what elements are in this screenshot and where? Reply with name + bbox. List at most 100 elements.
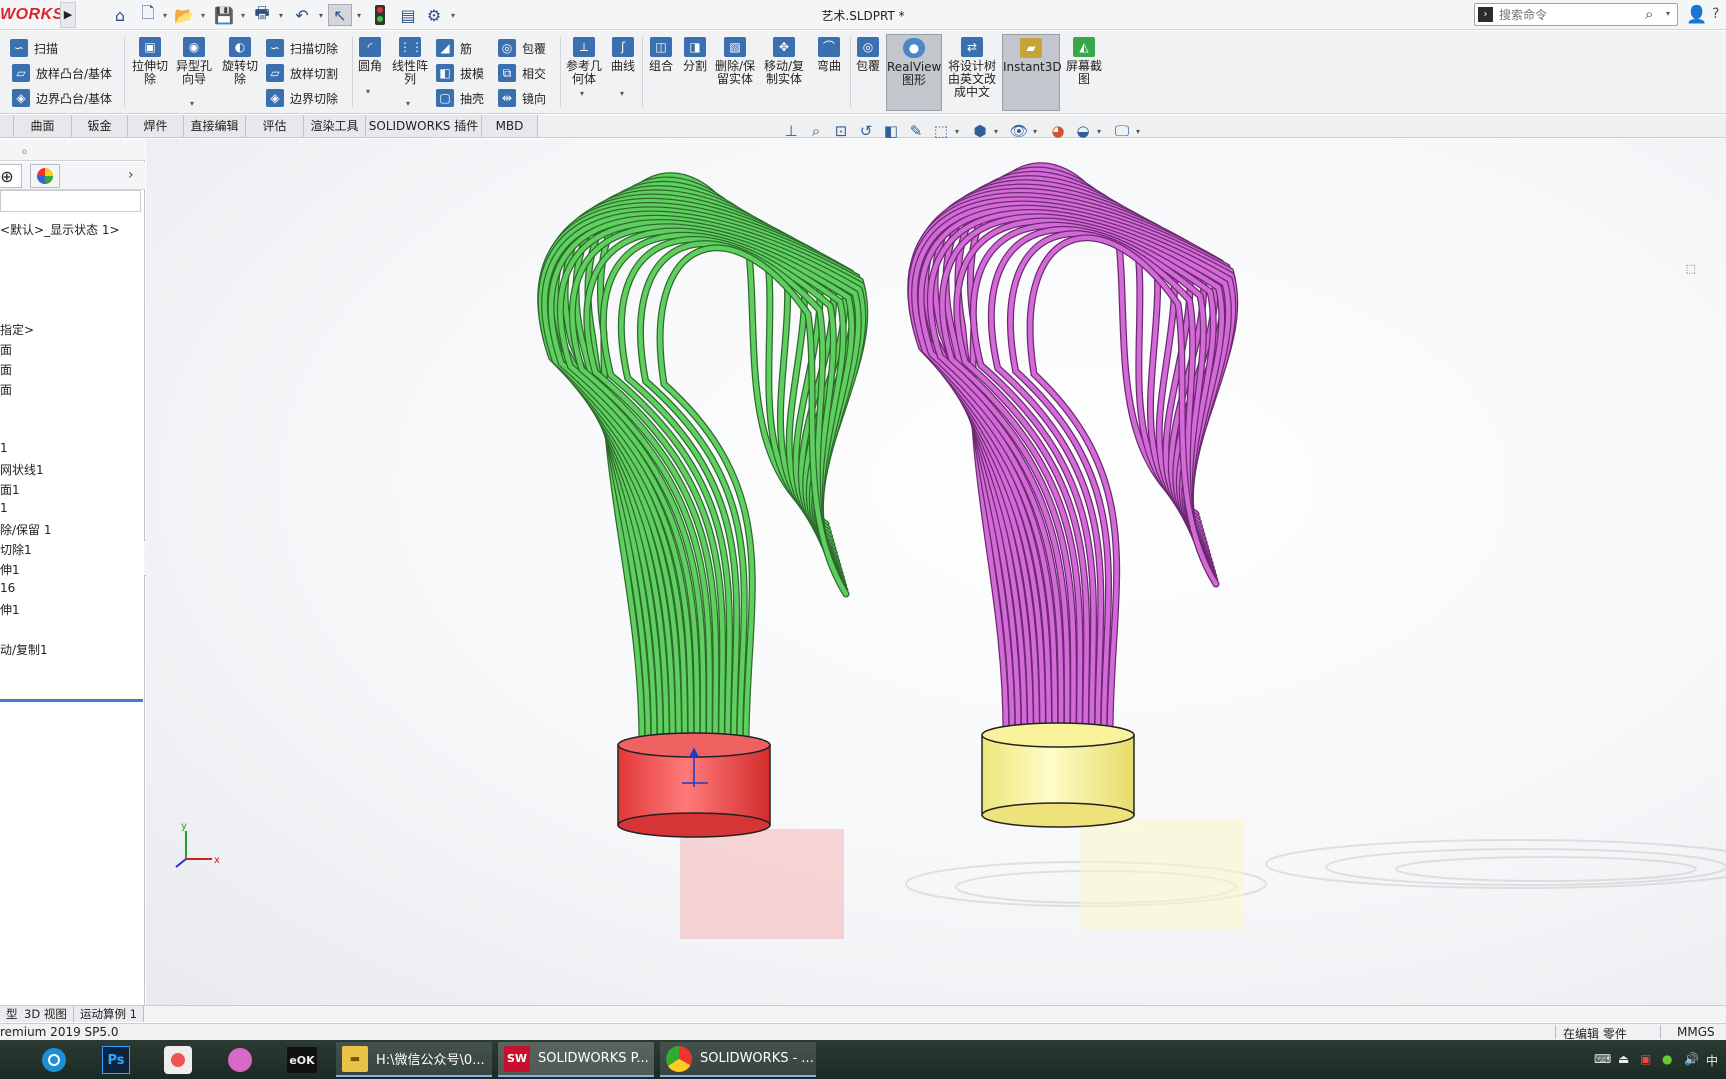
open-dropdown-icon[interactable]: ▾ [198, 4, 208, 26]
search-commands-box[interactable]: › ⌕ ▾ [1474, 3, 1678, 26]
delete-keep-body-button[interactable]: ▧ 删除/保留实体 [714, 37, 756, 86]
tab-solidworks-addins[interactable]: SOLIDWORKS 插件 [366, 115, 482, 137]
tray-security-icon[interactable]: ● [1662, 1052, 1672, 1066]
tree-feature-item[interactable]: 16 [0, 581, 15, 595]
tree-material[interactable]: 指定> [0, 321, 34, 338]
tray-usb-icon[interactable]: ⏏ [1618, 1052, 1629, 1066]
tab-motion-study[interactable]: 运动算例 1 [74, 1006, 144, 1022]
dynamic-annotation-icon[interactable]: ✎ [905, 121, 927, 141]
photoshop-icon[interactable]: Ps [96, 1043, 136, 1077]
swept-cut-button[interactable]: ∽ 扫描切除 [266, 37, 338, 59]
apply-scene-icon[interactable]: ◒ [1072, 121, 1094, 141]
tab-3d-views[interactable]: 3D 视图 [18, 1006, 74, 1022]
options-dropdown-icon[interactable]: ▾ [448, 4, 458, 26]
reference-geometry-button[interactable]: ⟂ 参考几何体 [564, 37, 604, 86]
flex-button[interactable]: ⌒ 弯曲 [814, 37, 844, 73]
rib-button[interactable]: ◢ 筋 [436, 37, 472, 59]
hole-wizard-dropdown-icon[interactable]: ▾ [190, 99, 194, 108]
section-view-icon[interactable]: ◧ [880, 121, 902, 141]
display-style-dropdown-icon[interactable]: ▾ [994, 127, 1004, 136]
panel-grip-icon[interactable]: o [22, 147, 27, 156]
file-properties-icon[interactable]: ▤ [396, 4, 420, 26]
combine-button[interactable]: ◫ 组合 [646, 37, 676, 73]
hide-show-dropdown-icon[interactable]: ▾ [1033, 127, 1043, 136]
taskbar-solidworks-button[interactable]: SW SOLIDWORKS P... [498, 1042, 654, 1077]
display-style-icon[interactable]: ⬢ [969, 121, 991, 141]
wrap-button[interactable]: ◎ 包覆 [498, 37, 546, 59]
more-tabs-chevron-icon[interactable]: › [128, 167, 134, 183]
tray-app-icon[interactable]: ▣ [1640, 1052, 1651, 1066]
split-button[interactable]: ◨ 分割 [680, 37, 710, 73]
tab-mbd[interactable]: MBD [482, 115, 538, 137]
recorder-app-icon[interactable] [158, 1043, 198, 1077]
tree-display-state[interactable]: <默认>_显示状态 1> [0, 221, 120, 238]
tab-sheet-metal[interactable]: 钣金 [72, 115, 128, 137]
undo-icon[interactable]: ↶ [290, 4, 314, 26]
mirror-button[interactable]: ⇹ 镜向 [498, 87, 546, 109]
revolved-cut-button[interactable]: ◐ 旋转切除 [220, 37, 260, 86]
loft-boss-button[interactable]: ▱ 放样凸台/基体 [12, 62, 112, 84]
tree-filter-input[interactable] [0, 190, 141, 212]
search-dropdown-icon[interactable]: ▾ [1666, 9, 1670, 18]
wrap-feature-button[interactable]: ◎ 包覆 [854, 37, 882, 73]
dimxpert-tab-icon[interactable]: ⊕ [0, 164, 22, 188]
tree-feature-item[interactable]: 网状线1 [0, 461, 44, 478]
ev-capture-app-icon[interactable]: eOK [282, 1043, 322, 1077]
tab-render-tools[interactable]: 渲染工具 [304, 115, 366, 137]
help-icon[interactable]: ? [1712, 6, 1719, 22]
open-folder-icon[interactable]: 📂 [172, 4, 196, 26]
keyboard-app-icon[interactable] [220, 1043, 260, 1077]
tab-surfaces[interactable]: 曲面 [14, 115, 72, 137]
home-icon[interactable]: ⌂ [108, 4, 132, 26]
search-input[interactable] [1499, 6, 1649, 23]
zoom-to-fit-icon[interactable]: ⌕ [805, 121, 827, 141]
lofted-cut-button[interactable]: ▱ 放样切割 [266, 62, 338, 84]
fillet-button[interactable]: ◜ 圆角 [356, 37, 384, 73]
search-icon[interactable]: ⌕ [1645, 5, 1653, 23]
tray-volume-icon[interactable]: 🔊 [1684, 1052, 1699, 1066]
viewport-maximize-icon[interactable]: ⬚ [1686, 262, 1696, 275]
intersect-button[interactable]: ⧉ 相交 [498, 62, 546, 84]
tree-feature-item[interactable]: 动/复制1 [0, 641, 48, 658]
view-orientation-triad-icon[interactable]: ⊥ [780, 121, 802, 141]
units-selector[interactable]: MMGS [1677, 1025, 1715, 1039]
draft-button[interactable]: ◧ 拔模 [436, 62, 484, 84]
select-pointer-icon[interactable]: ↖ [328, 4, 352, 26]
tree-feature-item[interactable]: 伸1 [0, 601, 20, 618]
tray-keyboard-icon[interactable]: ⌨ [1594, 1052, 1611, 1066]
tree-feature-item[interactable]: 伸1 [0, 561, 20, 578]
linear-pattern-button[interactable]: ⋮⋮ 线性阵列 [390, 37, 430, 86]
tree-feature-item[interactable]: 切除1 [0, 541, 32, 558]
scene-dropdown-icon[interactable]: ▾ [1097, 127, 1107, 136]
tree-top-plane[interactable]: 面 [0, 361, 12, 378]
new-document-icon[interactable]: 🗋 [136, 3, 160, 26]
save-dropdown-icon[interactable]: ▾ [238, 4, 248, 26]
new-dropdown-icon[interactable]: ▾ [160, 4, 170, 26]
boundary-cut-button[interactable]: ◈ 边界切除 [266, 87, 338, 109]
realview-graphics-button[interactable]: ● RealView图形 [886, 34, 942, 111]
reference-geometry-dropdown-icon[interactable]: ▾ [580, 89, 584, 98]
tree-feature-item[interactable]: 1 [0, 501, 8, 515]
taskbar-file-explorer-button[interactable]: ▬ H:\微信公众号\0... [336, 1042, 492, 1077]
display-manager-tab-icon[interactable] [30, 164, 60, 188]
menu-expand-arrow-icon[interactable]: ▶ [60, 2, 76, 28]
tree-right-plane[interactable]: 面 [0, 381, 12, 398]
translate-tree-button[interactable]: ⇄ 将设计树由英文改成中文 [946, 37, 998, 99]
undo-dropdown-icon[interactable]: ▾ [316, 4, 326, 26]
fillet-dropdown-icon[interactable]: ▾ [366, 87, 370, 96]
screenshot-button[interactable]: ◭ 屏幕截图 [1064, 37, 1104, 86]
rollback-bar[interactable] [0, 699, 143, 702]
move-copy-body-button[interactable]: ✥ 移动/复制实体 [762, 37, 806, 86]
select-dropdown-icon[interactable]: ▾ [354, 4, 364, 26]
graphics-viewport[interactable]: y x ⬚ [146, 139, 1726, 1005]
shell-button[interactable]: ▢ 抽壳 [436, 87, 484, 109]
view-orientation-dropdown-icon[interactable]: ▾ [955, 127, 965, 136]
print-icon[interactable]: 🖶 [250, 3, 274, 26]
sweep-button[interactable]: ∽ 扫描 [10, 37, 58, 59]
previous-view-icon[interactable]: ↺ [855, 121, 877, 141]
instant3d-button[interactable]: ▰ Instant3D [1002, 34, 1062, 111]
tab-features[interactable] [0, 115, 14, 137]
zoom-to-area-icon[interactable]: ⊡ [830, 121, 852, 141]
view-settings-dropdown-icon[interactable]: ▾ [1136, 127, 1146, 136]
view-settings-icon[interactable]: 🖵 [1111, 121, 1133, 141]
